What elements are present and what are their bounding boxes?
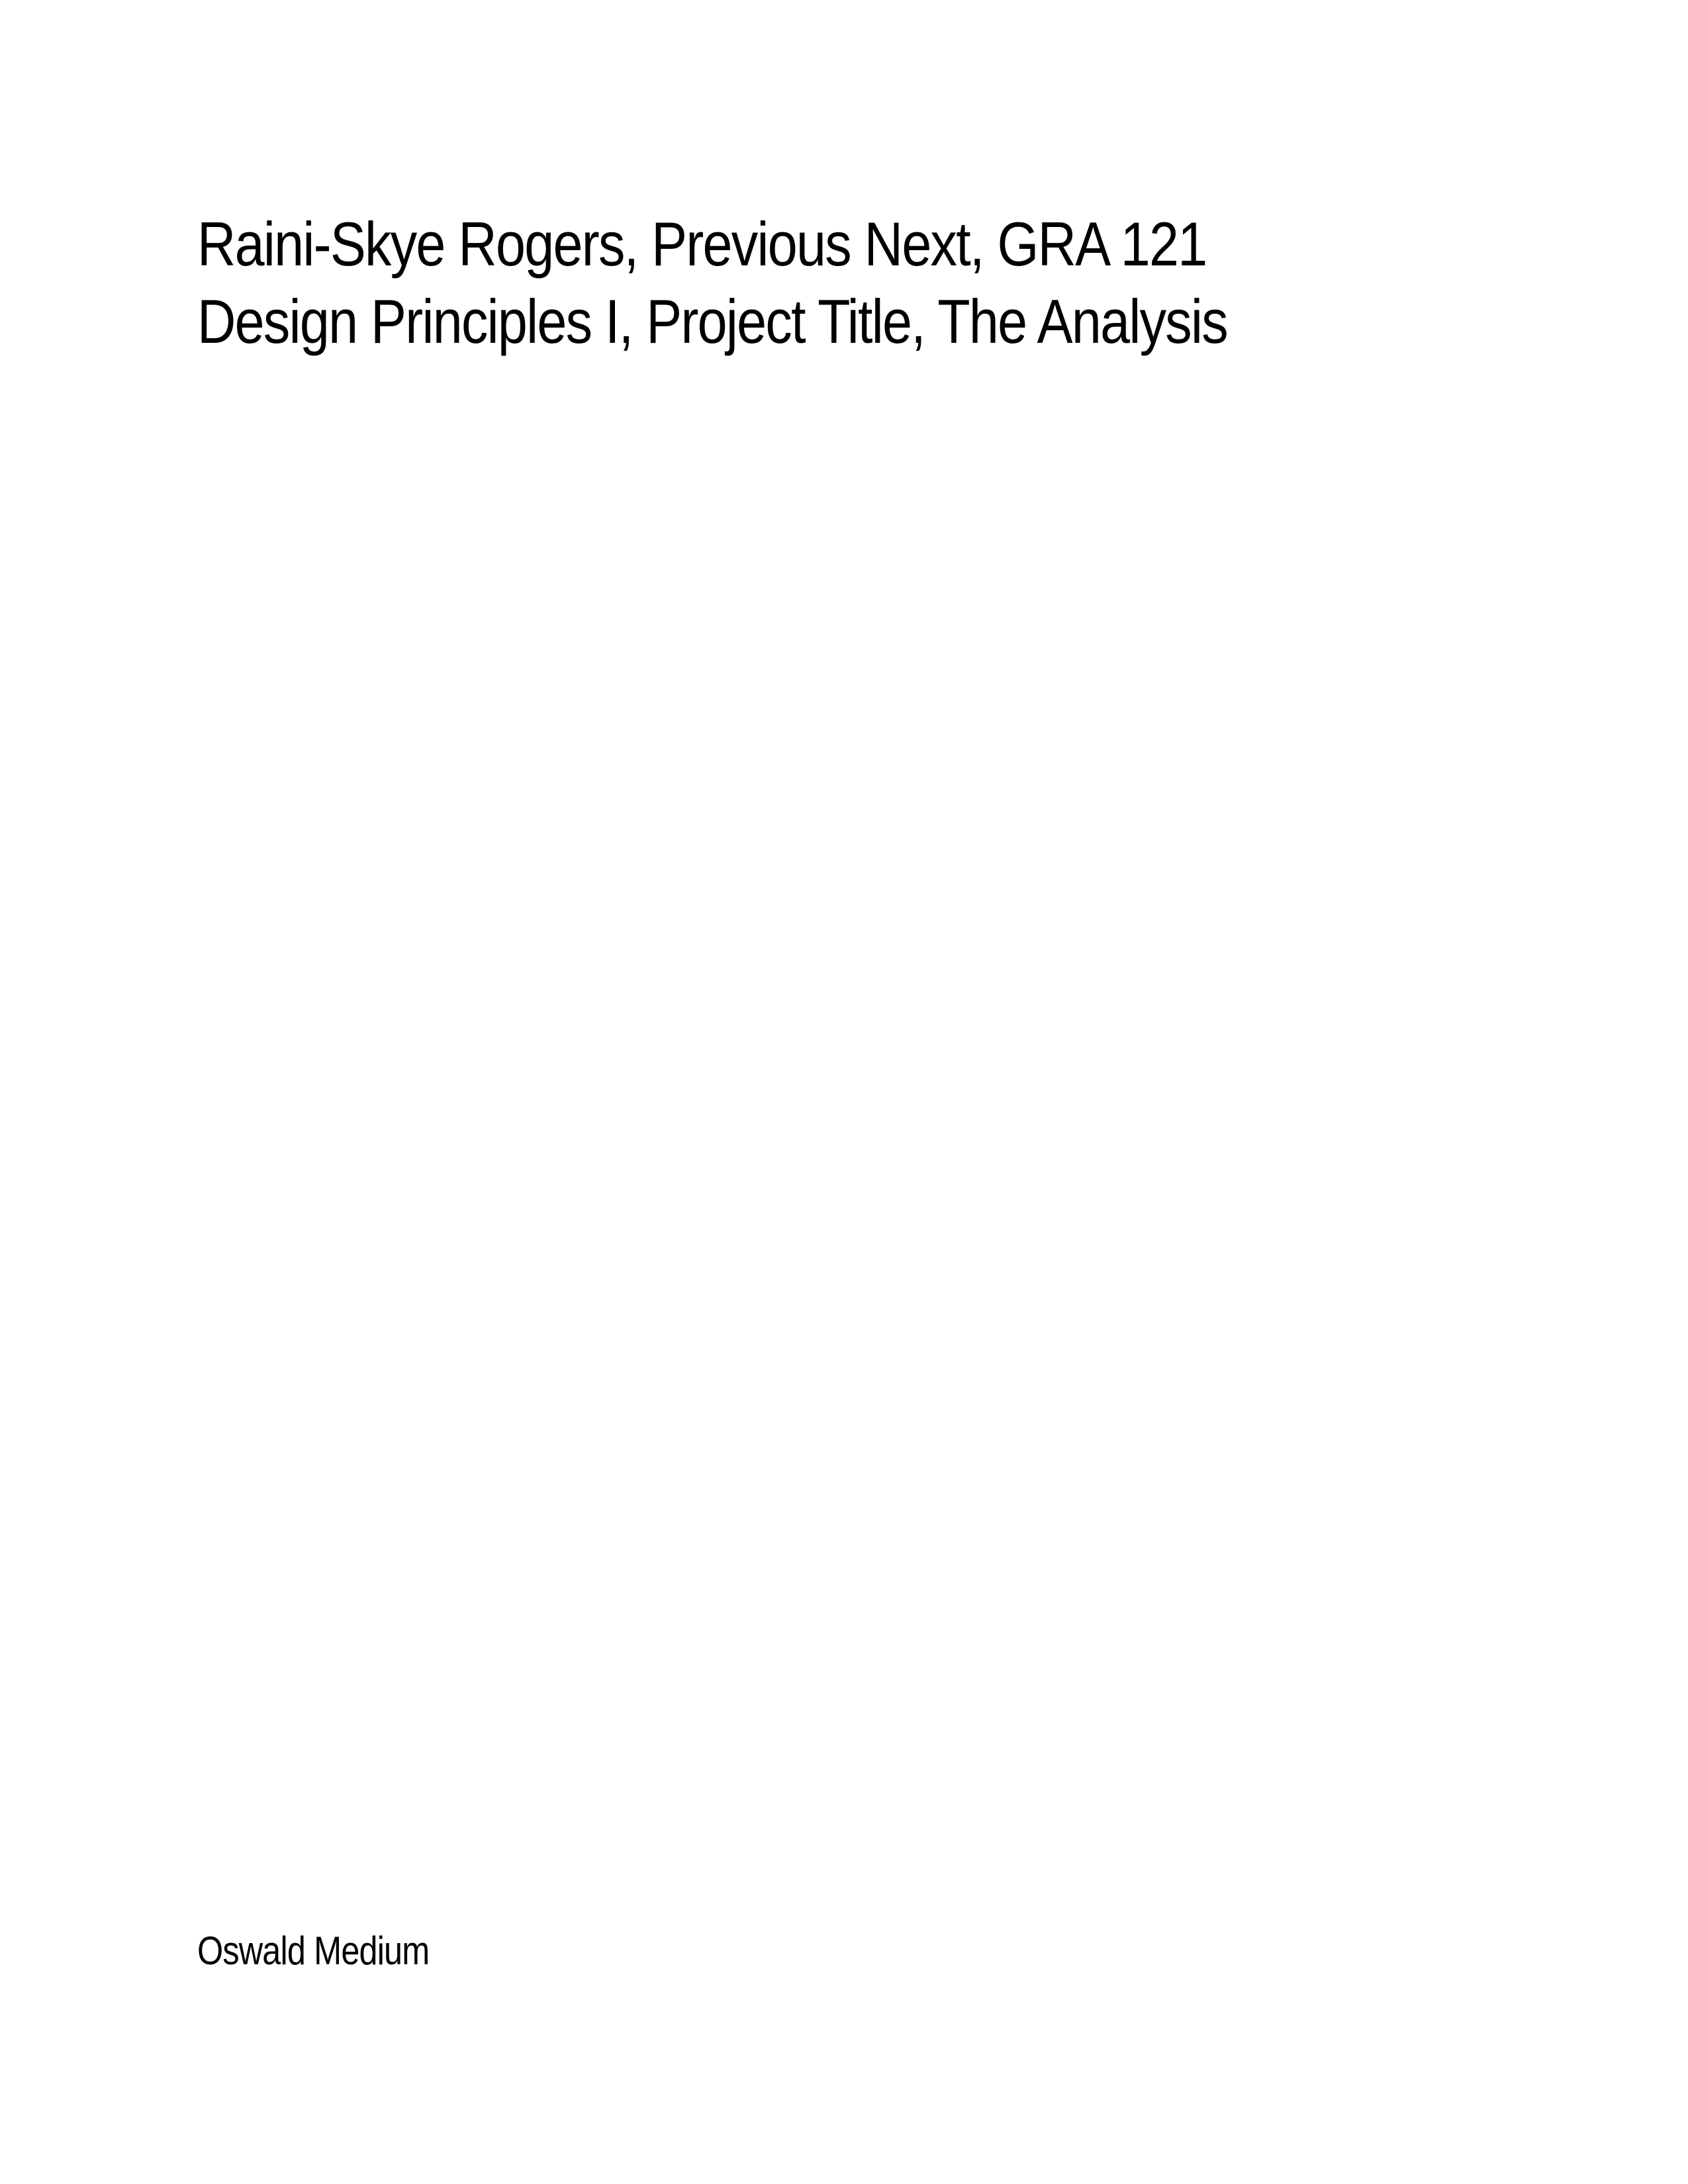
specimen-line-1: Raini-Skye Rogers, Previous Next, GRA 12… [197, 209, 1207, 279]
specimen-heading: Raini-Skye Rogers, Previous Next, GRA 12… [197, 205, 1336, 360]
font-name-label: Oswald Medium [197, 1929, 430, 1973]
specimen-line-2: Design Principles I, Project Title, The … [197, 287, 1229, 356]
document-page: Raini-Skye Rogers, Previous Next, GRA 12… [0, 0, 1688, 2184]
